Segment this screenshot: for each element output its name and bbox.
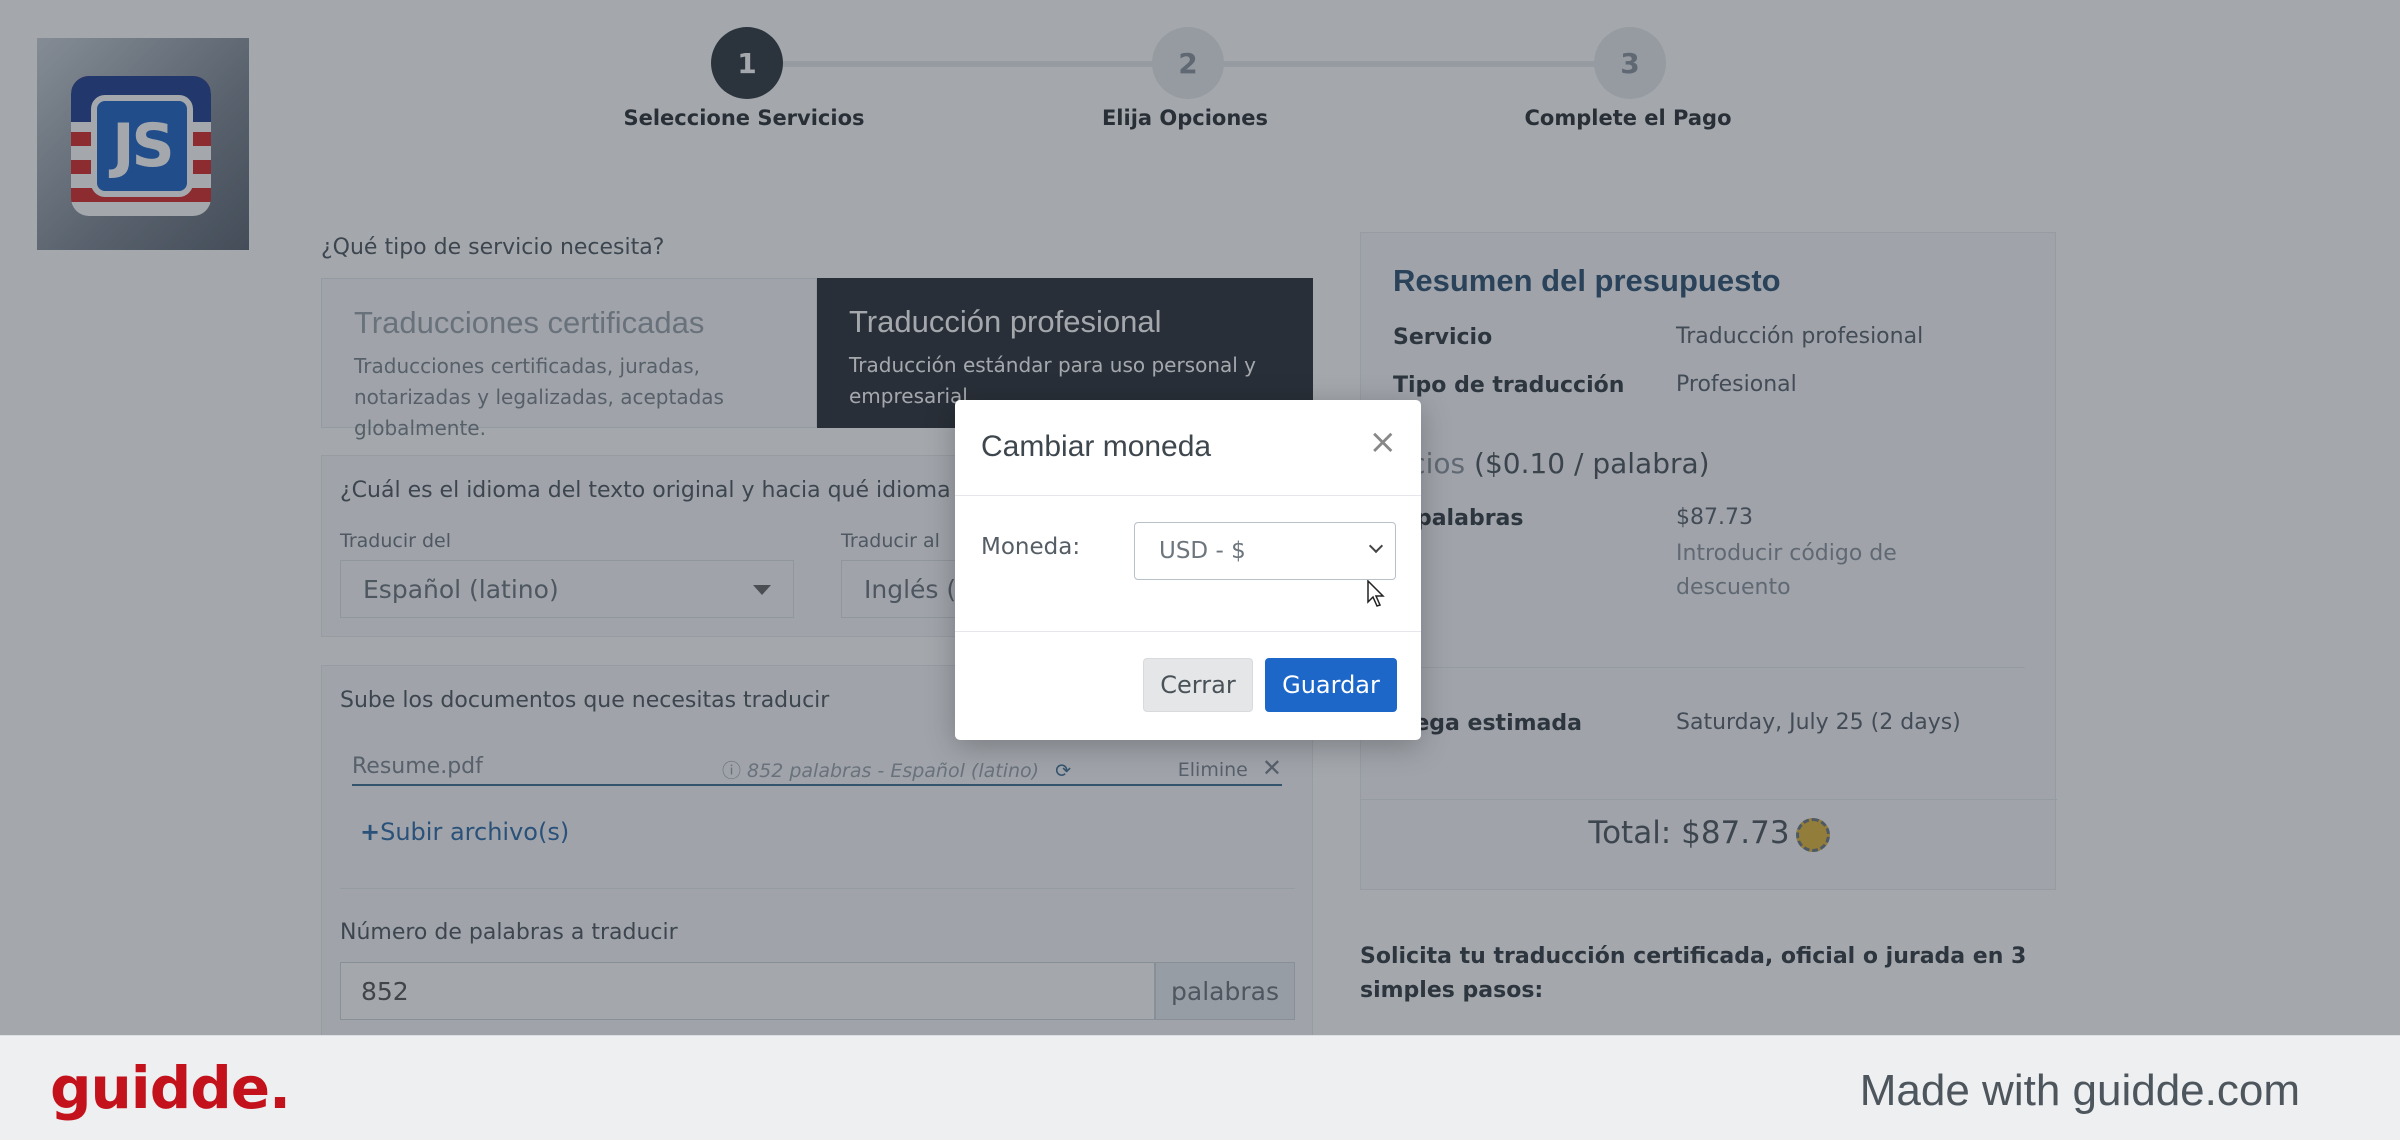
guidde-logo: guidde. bbox=[50, 1054, 291, 1122]
chevron-down-icon bbox=[1368, 538, 1384, 554]
footer-bar: guidde. Made with guidde.com bbox=[0, 1035, 2400, 1140]
modal-header: Cambiar moneda × bbox=[955, 400, 1421, 496]
currency-label: Moneda: bbox=[981, 534, 1081, 560]
currency-select-value: USD - $ bbox=[1159, 538, 1246, 564]
modal-close-icon[interactable]: × bbox=[1369, 422, 1398, 462]
page: JS 1 Seleccione Servicios 2 Elija Opcion… bbox=[0, 0, 2400, 1035]
currency-select[interactable]: USD - $ bbox=[1134, 522, 1396, 580]
mouse-cursor-icon bbox=[1367, 579, 1387, 608]
close-button[interactable]: Cerrar bbox=[1143, 658, 1253, 712]
modal-title: Cambiar moneda bbox=[981, 430, 1212, 463]
modal-body: Moneda: USD - $ bbox=[955, 496, 1421, 632]
save-button[interactable]: Guardar bbox=[1265, 658, 1397, 712]
made-with-text: Made with guidde.com bbox=[1859, 1066, 2300, 1115]
change-currency-modal: Cambiar moneda × Moneda: USD - $ Cerrar … bbox=[955, 400, 1421, 740]
